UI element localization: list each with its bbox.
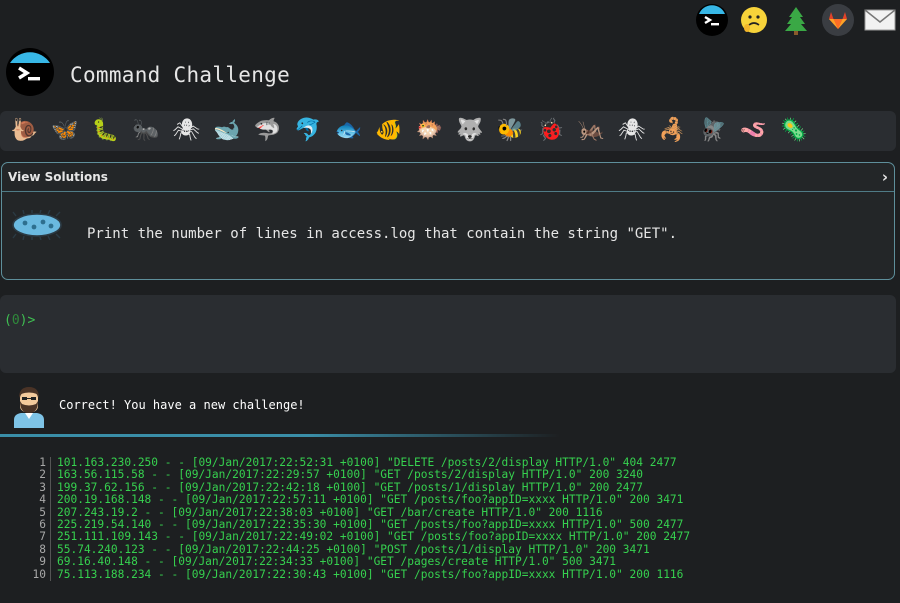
ladybug-icon[interactable]: 🐞	[531, 114, 572, 148]
spider-icon[interactable]: 🕷	[612, 114, 653, 148]
spider-web-icon[interactable]: 🕷	[166, 114, 207, 148]
caterpillar-icon[interactable]: 🐛	[85, 114, 126, 148]
cricket-icon[interactable]: 🦗	[571, 114, 612, 148]
tree-icon[interactable]	[780, 4, 812, 36]
header-icons	[696, 4, 896, 36]
shark-icon[interactable]: 🦈	[247, 114, 288, 148]
ant-icon[interactable]: 🐜	[126, 114, 167, 148]
line-number: 2	[39, 468, 46, 482]
microbe-icon	[10, 209, 66, 244]
mail-icon[interactable]	[864, 4, 896, 36]
line-text: 69.16.40.148 - - [09/Jan/2017:22:34:33 +…	[50, 555, 616, 569]
log-line: 10 75.113.188.234 - - [09/Jan/2017:22:30:…	[28, 567, 690, 582]
snail-icon[interactable]: 🐌	[4, 114, 45, 148]
log-line: 9 69.16.40.148 - - [09/Jan/2017:22:34:33 …	[28, 555, 690, 569]
log-line: 7 251.111.109.143 - - [09/Jan/2017:22:49:…	[28, 530, 690, 544]
microbe-icon[interactable]: 🦠	[774, 114, 815, 148]
pufferfish-icon[interactable]: 🐡	[409, 114, 450, 148]
challenge-progress-bar: 🐌 🦋 🐛 🐜 🕷 🐋 🦈 🐬 🐟 🐠 🐡 🐺 🐝 🐞 🦗 🕷 🦂 🪰 🪱 🦠	[0, 111, 896, 151]
line-text: 251.111.109.143 - - [09/Jan/2017:22:49:0…	[50, 531, 690, 544]
line-number: 9	[39, 555, 46, 569]
prompt-close: )>	[19, 313, 36, 328]
view-solutions-label: View Solutions	[8, 170, 108, 184]
exit-code: 0	[11, 313, 20, 328]
terminal-input[interactable]: (0)>	[0, 295, 896, 373]
feedback-message: Correct! You have a new challenge!	[59, 398, 305, 412]
log-line: 4 200.19.168.148 - - [09/Jan/2017:22:57:1…	[28, 493, 690, 507]
app-logo[interactable]	[6, 48, 54, 96]
challenge-panel: View Solutions › Print the number of lin…	[1, 162, 895, 280]
line-number: 4	[39, 493, 46, 507]
tropical-fish-icon[interactable]: 🐠	[369, 114, 410, 148]
bee-icon[interactable]: 🐝	[490, 114, 531, 148]
divider	[0, 434, 560, 437]
fish-icon[interactable]: 🐟	[328, 114, 369, 148]
terminal-prompt: (0)>	[4, 313, 35, 328]
prompt-open: (	[4, 313, 12, 328]
dolphin-icon[interactable]: 🐬	[288, 114, 329, 148]
log-output: 1 101.163.230.250 - - [09/Jan/2017:22:52:…	[28, 456, 690, 582]
terminal-icon[interactable]	[696, 4, 728, 36]
line-text: 75.113.188.234 - - [09/Jan/2017:22:30:43…	[50, 568, 683, 582]
challenge-description: Print the number of lines in access.log …	[87, 226, 678, 242]
line-number: 10	[32, 567, 46, 581]
scorpion-icon[interactable]: 🦂	[652, 114, 693, 148]
line-text: 163.56.115.58 - - [09/Jan/2017:22:29:57 …	[50, 468, 643, 482]
line-text: 200.19.168.148 - - [09/Jan/2017:22:57:11…	[50, 493, 683, 507]
emoji-icon[interactable]	[738, 4, 770, 36]
fly-icon[interactable]: 🪰	[693, 114, 734, 148]
wolf-icon[interactable]: 🐺	[450, 114, 491, 148]
chevron-right-icon: ›	[881, 168, 888, 186]
line-number: 7	[39, 530, 46, 544]
avatar	[12, 384, 46, 432]
gitlab-icon[interactable]	[822, 4, 854, 36]
page-title: Command Challenge	[70, 63, 291, 87]
worm-icon[interactable]: 🪱	[733, 114, 774, 148]
whale-icon[interactable]: 🐋	[207, 114, 248, 148]
log-line: 2 163.56.115.58 - - [09/Jan/2017:22:29:57…	[28, 468, 690, 482]
butterfly-icon[interactable]: 🦋	[45, 114, 86, 148]
view-solutions-toggle[interactable]: View Solutions ›	[2, 163, 894, 192]
